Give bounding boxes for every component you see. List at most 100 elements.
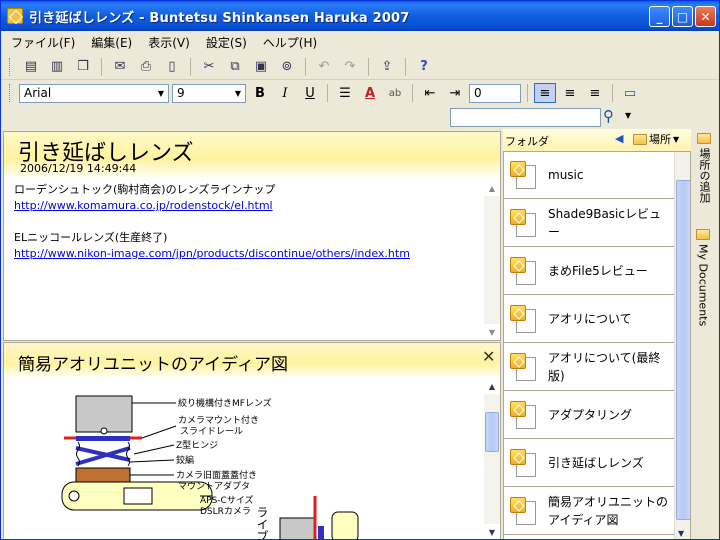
close-button[interactable]: ✕ xyxy=(695,6,716,27)
window-title: 引き延ばしレンズ - Buntetsu Shinkansen Haruka 20… xyxy=(29,10,410,26)
diagram-label: カメラマウント付き xyxy=(178,415,259,426)
undo-icon[interactable]: ↶ xyxy=(313,56,335,78)
diagram-label: 絞り機構付きMFレンズ xyxy=(178,397,272,409)
font-size-select[interactable]: 9 ▼ xyxy=(172,83,246,103)
indent-input[interactable]: 0 xyxy=(469,83,521,103)
scroll-down-icon[interactable]: ▼ xyxy=(678,529,684,538)
scroll-thumb[interactable] xyxy=(676,180,690,520)
menu-view[interactable]: 表示(V) xyxy=(148,34,190,51)
list-item[interactable]: アオリについて(最終版) xyxy=(504,344,674,391)
minimize-button[interactable]: _ xyxy=(649,6,670,27)
note-panel[interactable]: 簡易アオリユニットのアイディア図 ✕ 絞り機構付きMFレンズ カメラマウント付き… xyxy=(3,342,501,539)
menu-edit[interactable]: 編集(E) xyxy=(91,34,132,51)
note-text: ローデンシュトック(駒村商会)のレンズラインナップ xyxy=(14,183,276,196)
toolbar-divider xyxy=(327,84,328,102)
paste-icon[interactable]: ▣ xyxy=(250,56,272,78)
copy-note-icon[interactable]: ❐ xyxy=(72,56,94,78)
list-item[interactable]: music xyxy=(504,152,674,199)
back-arrow-icon[interactable]: ◀ xyxy=(615,132,623,145)
italic-button[interactable]: I xyxy=(274,83,296,103)
note-text: ELニッコールレンズ(生産終了) xyxy=(14,231,168,244)
find-icon[interactable]: ⊚ xyxy=(276,56,298,78)
note-file-icon xyxy=(510,257,538,285)
underline-button[interactable]: U xyxy=(299,83,321,103)
note-body[interactable]: ローデンシュトック(駒村商会)のレンズラインナップ http://www.kom… xyxy=(14,182,484,262)
search-icon[interactable]: ⚲ xyxy=(603,107,614,125)
chevron-down-icon[interactable]: ▼ xyxy=(231,85,245,102)
note-scrollbar[interactable]: ▲ ▼ xyxy=(484,180,500,340)
place-dropdown[interactable]: 場所 ▼ xyxy=(633,131,679,147)
export-icon[interactable]: ⇪ xyxy=(376,56,398,78)
align-right-icon[interactable]: ≡ xyxy=(584,83,606,103)
scroll-up-icon[interactable]: ▲ xyxy=(484,180,500,196)
copy-icon[interactable]: ⧉ xyxy=(224,56,246,78)
chevron-down-icon[interactable]: ▼ xyxy=(625,111,631,120)
list-item[interactable]: Shade9Basicレビュー xyxy=(504,200,674,247)
menu-help[interactable]: ヘルプ(H) xyxy=(263,34,317,51)
scroll-up-icon[interactable]: ▲ xyxy=(484,378,500,394)
list-item-label: アダプタリング xyxy=(548,408,633,422)
toolbar-divider xyxy=(368,57,369,76)
list-item[interactable]: 引き延ばしレンズ xyxy=(504,440,674,487)
list-item[interactable]: アダプタリング xyxy=(504,392,674,439)
adapter-shape xyxy=(75,467,131,483)
indent-icon[interactable]: ⇥ xyxy=(444,83,466,103)
maximize-button[interactable]: □ xyxy=(672,6,693,27)
new-folder-icon[interactable]: ▥ xyxy=(46,56,68,78)
print-preview-icon[interactable]: ▯ xyxy=(161,56,183,78)
outdent-icon[interactable]: ⇤ xyxy=(419,83,441,103)
toolbar-grip[interactable] xyxy=(9,57,12,76)
chevron-down-icon[interactable]: ▼ xyxy=(154,85,168,102)
list-item[interactable]: アオリについて xyxy=(504,296,674,343)
redo-icon[interactable]: ↷ xyxy=(339,56,361,78)
chevron-down-icon[interactable]: ▼ xyxy=(673,135,679,144)
search-input[interactable] xyxy=(450,108,601,127)
toolbar-grip[interactable] xyxy=(9,84,12,102)
highlight-icon[interactable]: ab xyxy=(384,83,406,103)
note-file-icon xyxy=(510,497,538,525)
align-center-icon[interactable]: ≡ xyxy=(559,83,581,103)
align-left-icon[interactable]: ≡ xyxy=(534,83,556,103)
scroll-down-icon[interactable]: ▼ xyxy=(484,524,500,539)
folder-icon xyxy=(633,133,647,145)
font-color-icon[interactable]: A xyxy=(359,83,381,103)
print-icon[interactable]: ⎙ xyxy=(135,56,157,78)
bullet-list-icon[interactable]: ☰ xyxy=(334,83,356,103)
tab-add-place[interactable]: 場所の追加 xyxy=(696,133,712,203)
diagram-scrollbar[interactable]: ▲ ▼ xyxy=(484,378,500,539)
note-title: 簡易アオリユニットのアイディア図 xyxy=(18,355,288,375)
frame-icon[interactable]: ▭ xyxy=(619,83,641,103)
tab-my-documents[interactable]: My Documents xyxy=(696,229,710,326)
list-item-label: 引き延ばしレンズ xyxy=(548,456,644,470)
list-item-label: 簡易アオリユニットのアイディア図 xyxy=(548,495,669,527)
app-icon[interactable] xyxy=(7,8,23,24)
new-note-icon[interactable]: ▤ xyxy=(20,56,42,78)
menu-settings[interactable]: 設定(S) xyxy=(206,34,247,51)
cut-icon[interactable]: ✂ xyxy=(198,56,220,78)
leader-line xyxy=(133,444,175,455)
folder-icon xyxy=(696,229,710,240)
toolbar-divider xyxy=(412,84,413,102)
diagram-image: 絞り機構付きMFレンズ カメラマウント付き スライドレール Z型ヒンジ 鉸編 カ… xyxy=(4,378,460,539)
bellows-line xyxy=(126,441,130,467)
list-item-label: アオリについて(最終版) xyxy=(548,351,661,383)
note-link[interactable]: http://www.nikon-image.com/jpn/products/… xyxy=(14,247,410,260)
menu-file[interactable]: ファイル(F) xyxy=(11,34,75,51)
diagram-label: DSLRカメラ xyxy=(200,506,251,517)
scroll-thumb[interactable] xyxy=(485,412,499,452)
help-icon[interactable]: ? xyxy=(413,56,435,78)
title-bar[interactable]: 引き延ばしレンズ - Buntetsu Shinkansen Haruka 20… xyxy=(1,1,719,31)
scroll-down-icon[interactable]: ▼ xyxy=(484,324,500,340)
folder-add-icon xyxy=(697,133,711,144)
folder-scrollbar[interactable]: ▼ xyxy=(674,152,690,539)
close-icon[interactable]: ✕ xyxy=(482,347,495,366)
mail-icon[interactable]: ✉ xyxy=(109,56,131,78)
list-item[interactable]: まめFile5レビュー xyxy=(504,248,674,295)
lens-mount-shape xyxy=(100,427,108,435)
note-panel[interactable]: 引き延ばしレンズ 2006/12/19 14:49:44 ローデンシュトック(駒… xyxy=(3,131,501,341)
folder-list[interactable]: music Shade9Basicレビュー まめFile5レビュー アオリについ… xyxy=(503,151,691,539)
bold-button[interactable]: B xyxy=(249,83,271,103)
list-item[interactable]: 簡易アオリユニットのアイディア図 xyxy=(504,488,674,535)
note-link[interactable]: http://www.komamura.co.jp/rodenstock/el.… xyxy=(14,199,273,212)
font-family-select[interactable]: Arial ▼ xyxy=(19,83,169,103)
